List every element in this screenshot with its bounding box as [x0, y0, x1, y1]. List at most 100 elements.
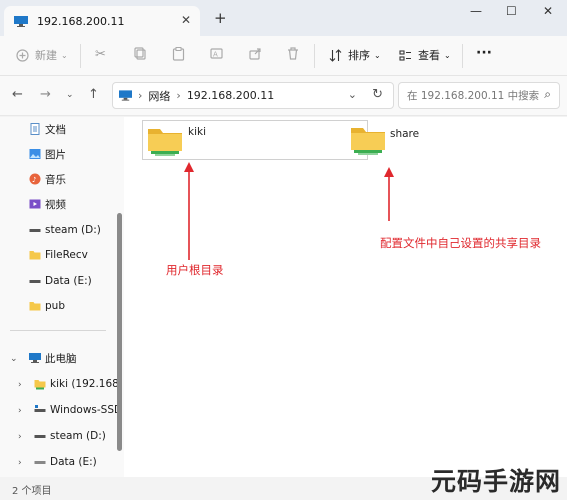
- up-arrow-icon[interactable]: ↑: [88, 87, 99, 102]
- search-input[interactable]: 在 192.168.200.11 中搜索 ⌕: [398, 82, 560, 109]
- sidebar-item-label: 视频: [45, 198, 66, 211]
- address-dropdown-icon[interactable]: ⌄: [348, 88, 357, 101]
- annotation-user-root: 用户根目录: [166, 263, 224, 277]
- sidebar-item-windows-ssd[interactable]: Windows-SSD: [34, 398, 124, 422]
- sidebar-item-label: Windows-SSD: [50, 404, 123, 416]
- sidebar-item-label: steam (D:): [45, 224, 101, 236]
- command-bar: 新建 ⌄ ✂ A 排序 ⌄ 查看 ⌄ ···: [0, 36, 567, 76]
- annotation-arrow-right: [384, 167, 394, 221]
- navigation-pane: 文档 📌 图片 📌 ♪ 音乐 📌 视频 📌 steam (D:) FileRec…: [0, 117, 124, 477]
- view-label: 查看: [418, 49, 440, 62]
- svg-text:♪: ♪: [32, 176, 36, 184]
- computer-icon: [29, 353, 41, 363]
- item-count: 2 个项目: [12, 486, 52, 497]
- close-window-button[interactable]: ✕: [543, 4, 553, 18]
- view-icon: [399, 49, 411, 61]
- svg-text:A: A: [213, 51, 218, 59]
- drive-icon: [34, 435, 46, 438]
- sidebar-item-data-e[interactable]: Data (E:): [34, 450, 124, 474]
- view-button[interactable]: 查看 ⌄: [399, 47, 451, 63]
- folder-item-share[interactable]: share: [346, 120, 426, 160]
- expand-chevron-icon[interactable]: ⌄: [10, 354, 18, 364]
- cut-button[interactable]: ✂: [95, 47, 106, 62]
- folder-icon: [29, 302, 41, 311]
- sidebar-scrollbar[interactable]: [117, 213, 122, 451]
- document-icon: [30, 123, 40, 135]
- network-folder-icon: [148, 129, 182, 156]
- new-button[interactable]: 新建 ⌄: [16, 47, 68, 63]
- sidebar-item-kiki-share[interactable]: kiki (192.168.: [34, 372, 124, 396]
- sort-label: 排序: [348, 49, 370, 62]
- sidebar-item-videos[interactable]: 视频 📌: [29, 192, 124, 216]
- refresh-icon[interactable]: ↻: [372, 87, 383, 102]
- delete-button[interactable]: [287, 47, 305, 60]
- expand-chevron-right-icon[interactable]: ›: [18, 380, 22, 390]
- annotation-arrow-left: [184, 162, 194, 260]
- breadcrumb-network[interactable]: 网络: [148, 88, 170, 104]
- rename-icon: A: [210, 48, 223, 59]
- paste-button[interactable]: [172, 47, 191, 61]
- share-icon: [249, 48, 261, 60]
- drive-icon: [34, 461, 46, 464]
- search-placeholder: 在 192.168.200.11 中搜索: [407, 90, 540, 102]
- network-folder-icon: [34, 380, 46, 390]
- trash-icon: [288, 47, 298, 60]
- sidebar-item-label: pub: [45, 300, 65, 312]
- search-icon: ⌕: [544, 87, 551, 101]
- sidebar-item-label: steam (D:): [50, 430, 106, 442]
- sidebar-item-label: 图片: [45, 148, 66, 161]
- file-list: kiki share 用户根目录 配置文件中自己设置的共享目录: [124, 117, 567, 477]
- chevron-down-icon: ⌄: [61, 50, 68, 60]
- video-icon: [29, 199, 41, 209]
- folder-name: kiki: [188, 126, 206, 138]
- plus-circle-icon: [16, 48, 29, 62]
- breadcrumb-chevron-icon: ›: [176, 89, 181, 102]
- chevron-down-icon: ⌄: [374, 50, 381, 60]
- new-tab-button[interactable]: +: [214, 9, 227, 27]
- folder-name: share: [390, 128, 420, 140]
- minimize-button[interactable]: —: [470, 4, 482, 18]
- maximize-button[interactable]: ☐: [506, 4, 517, 18]
- new-label: 新建: [35, 49, 57, 62]
- sort-icon: [329, 48, 342, 62]
- sidebar-item-music[interactable]: ♪ 音乐 📌: [29, 167, 124, 191]
- sidebar-item-label: Data (E:): [50, 456, 97, 468]
- network-pc-icon: [14, 15, 28, 27]
- expand-chevron-right-icon[interactable]: ›: [18, 432, 22, 442]
- rename-button[interactable]: A: [210, 47, 229, 60]
- sidebar-divider: [10, 330, 106, 331]
- sidebar-item-this-pc[interactable]: 此电脑: [29, 346, 124, 370]
- sidebar-item-steam-d[interactable]: steam (D:): [34, 424, 124, 448]
- network-pc-icon: [119, 90, 132, 101]
- share-button[interactable]: [249, 47, 268, 60]
- recent-locations-chevron-icon[interactable]: ⌄: [66, 90, 74, 100]
- breadcrumb-host[interactable]: 192.168.200.11: [187, 89, 274, 102]
- copy-button[interactable]: [134, 47, 153, 60]
- folder-icon: [29, 251, 41, 260]
- forward-arrow-icon[interactable]: →: [40, 87, 51, 102]
- tab-192-168-200-11[interactable]: 192.168.200.11 ✕: [4, 6, 200, 36]
- toolbar-divider: [462, 44, 463, 68]
- drive-icon: [29, 280, 41, 283]
- expand-chevron-right-icon[interactable]: ›: [18, 458, 22, 468]
- sidebar-item-pictures[interactable]: 图片 📌: [29, 142, 124, 166]
- address-bar[interactable]: › 网络 › 192.168.200.11 ⌄ ↻: [112, 82, 394, 109]
- back-arrow-icon[interactable]: ←: [12, 87, 23, 102]
- sidebar-item-filerecv[interactable]: FileRecv: [29, 243, 124, 267]
- tab-close-icon[interactable]: ✕: [181, 13, 191, 27]
- drive-icon: [29, 229, 41, 232]
- sidebar-item-pub[interactable]: pub: [29, 294, 124, 318]
- sidebar-item-label: FileRecv: [45, 249, 88, 261]
- toolbar-divider: [314, 44, 315, 68]
- sidebar-item-label: 此电脑: [45, 352, 77, 365]
- chevron-down-icon: ⌄: [444, 50, 451, 60]
- sidebar-item-documents[interactable]: 文档 📌: [29, 117, 124, 141]
- expand-chevron-right-icon[interactable]: ›: [18, 406, 22, 416]
- sidebar-item-steam-drive[interactable]: steam (D:): [29, 218, 124, 242]
- folder-item-kiki[interactable]: kiki: [142, 120, 368, 160]
- sort-button[interactable]: 排序 ⌄: [329, 47, 381, 63]
- network-folder-icon: [351, 128, 385, 155]
- sidebar-item-data-drive[interactable]: Data (E:): [29, 269, 124, 293]
- more-options-button[interactable]: ···: [476, 45, 492, 61]
- address-row: ← → ⌄ ↑ › 网络 › 192.168.200.11 ⌄ ↻ 在 192.…: [0, 76, 567, 116]
